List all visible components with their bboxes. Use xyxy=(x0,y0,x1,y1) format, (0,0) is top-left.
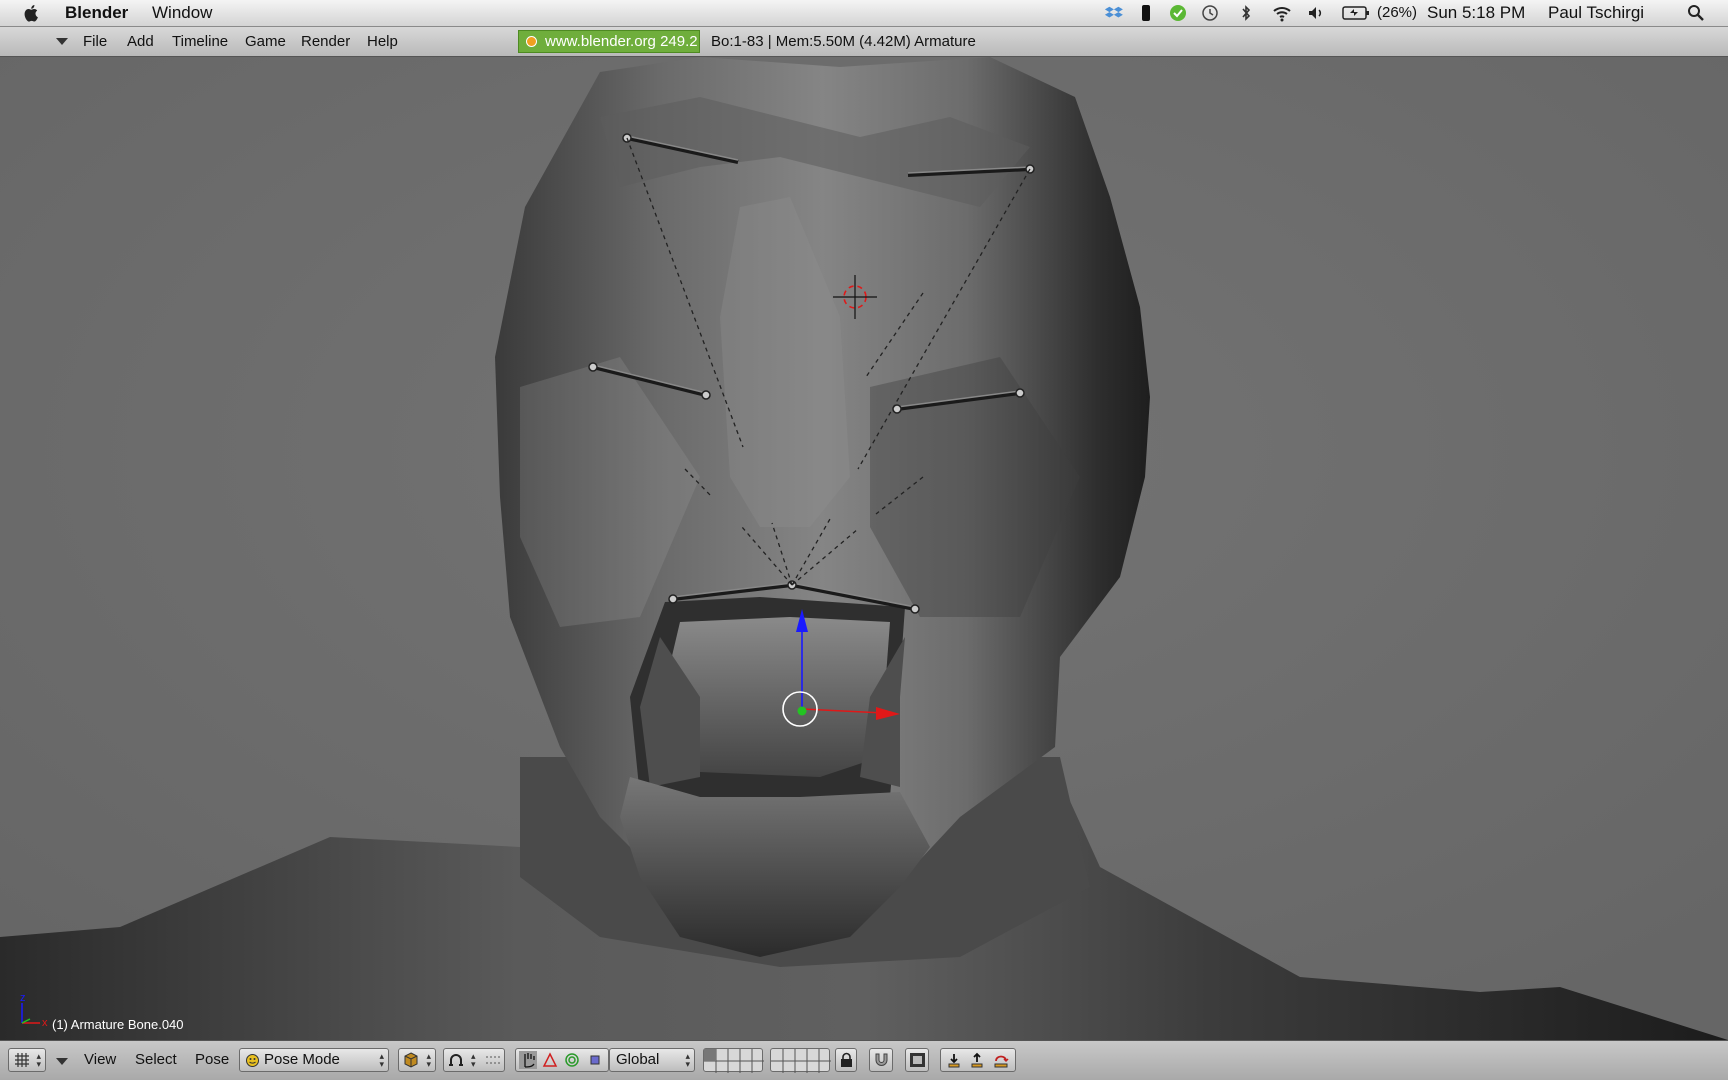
updown-icon: ▴ ▾ xyxy=(471,1051,476,1069)
footer-collapse-triangle-icon[interactable] xyxy=(56,1058,68,1065)
rotate-manipulator-icon[interactable] xyxy=(564,1052,580,1068)
grid-editor-icon xyxy=(15,1053,29,1067)
shaded-cube-icon xyxy=(404,1052,418,1068)
layer-grid-2[interactable] xyxy=(771,1049,831,1073)
dropbox-icon[interactable] xyxy=(1104,4,1124,22)
lock-icon xyxy=(841,1052,852,1067)
user-name[interactable]: Paul Tschirgi xyxy=(1548,3,1644,23)
orientation-select-value: Global xyxy=(616,1051,660,1068)
pose-mode-icon xyxy=(246,1054,259,1067)
render-menu[interactable]: Render xyxy=(301,34,350,50)
game-menu[interactable]: Game xyxy=(245,34,286,50)
updown-icon: ▴ ▾ xyxy=(426,1051,431,1069)
move-arrows-icon xyxy=(486,1056,500,1064)
mode-select[interactable]: Pose Mode ▴ ▾ xyxy=(239,1048,389,1072)
evernote-icon[interactable] xyxy=(1168,4,1188,22)
pose-menu[interactable]: Pose xyxy=(195,1052,229,1068)
copy-pose-icon[interactable] xyxy=(945,1052,963,1069)
snap-button[interactable] xyxy=(869,1048,893,1072)
layer-grid-1[interactable] xyxy=(704,1049,764,1073)
updown-icon: ▴ ▾ xyxy=(36,1051,41,1069)
pivot-icon xyxy=(449,1054,463,1066)
blender-logo-icon xyxy=(526,36,537,47)
spotlight-search-icon[interactable] xyxy=(1686,4,1706,22)
updown-icon: ▴ ▾ xyxy=(379,1051,384,1069)
clock[interactable]: Sun 5:18 PM xyxy=(1427,3,1525,23)
help-menu[interactable]: Help xyxy=(367,34,398,50)
lock-layers-button[interactable] xyxy=(835,1048,857,1072)
window-menu[interactable]: Window xyxy=(152,3,212,23)
3d-viewport[interactable]: z x (1) Armature Bone.040 xyxy=(0,57,1728,1040)
battery-percent: (26%) xyxy=(1377,4,1418,21)
wifi-icon[interactable] xyxy=(1272,4,1292,22)
timeline-menu[interactable]: Timeline xyxy=(172,34,228,50)
orientation-select[interactable]: Global ▴ ▾ xyxy=(609,1048,695,1072)
opengl-render-button[interactable] xyxy=(905,1048,929,1072)
axis-x-label: x xyxy=(42,1017,48,1029)
pivot-point xyxy=(797,706,807,716)
view-menu[interactable]: View xyxy=(84,1052,116,1068)
mode-select-value: Pose Mode xyxy=(264,1051,340,1068)
viewport-scene: z x xyxy=(0,57,1728,1040)
version-badge-text: www.blender.org 249.2 xyxy=(545,33,698,50)
phone-icon[interactable] xyxy=(1136,4,1156,22)
scale-manipulator-icon[interactable] xyxy=(588,1053,602,1067)
pivot-snap-group[interactable]: ▴ ▾ xyxy=(443,1048,505,1072)
manipulator-toggles[interactable] xyxy=(515,1048,609,1072)
paste-flipped-pose-icon[interactable] xyxy=(991,1052,1011,1069)
paste-pose-icon[interactable] xyxy=(968,1052,986,1069)
draw-type-select[interactable]: ▴ ▾ xyxy=(398,1048,436,1072)
version-badge[interactable]: www.blender.org 249.2 xyxy=(518,30,700,53)
scene-stats: Bo:1-83 | Mem:5.50M (4.42M) Armature xyxy=(711,33,976,50)
select-menu[interactable]: Select xyxy=(135,1052,177,1068)
selection-info: (1) Armature Bone.040 xyxy=(52,1017,184,1032)
mac-menu-bar: Blender Window (26%) Sun 5:18 PM Paul Ts… xyxy=(0,0,1728,27)
battery-icon[interactable] xyxy=(1342,4,1370,22)
render-image-icon xyxy=(910,1053,925,1067)
axis-z-label: z xyxy=(20,992,26,1004)
blender-info-header: File Add Timeline Game Render Help www.b… xyxy=(0,27,1728,57)
viewport-header: ▴ ▾ View Select Pose Pose Mode ▴ ▾ ▴ ▾ ▴ ▾ xyxy=(0,1040,1728,1080)
header-collapse-triangle-icon[interactable] xyxy=(56,38,68,45)
add-menu[interactable]: Add xyxy=(127,34,154,50)
hand-manipulator-icon[interactable] xyxy=(519,1051,537,1069)
file-menu[interactable]: File xyxy=(83,34,107,50)
app-name-menu[interactable]: Blender xyxy=(65,3,128,23)
updown-icon: ▴ ▾ xyxy=(685,1051,690,1069)
copy-paste-pose-group[interactable] xyxy=(940,1048,1016,1072)
volume-icon[interactable] xyxy=(1306,4,1326,22)
bluetooth-icon[interactable] xyxy=(1236,4,1256,22)
editor-type-select[interactable]: ▴ ▾ xyxy=(8,1048,46,1072)
layer-buttons-1[interactable] xyxy=(703,1048,764,1073)
time-machine-icon[interactable] xyxy=(1200,4,1220,22)
layer-buttons-2[interactable] xyxy=(770,1048,831,1073)
apple-icon[interactable] xyxy=(22,3,42,23)
magnet-icon xyxy=(875,1053,888,1066)
translate-manipulator-icon[interactable] xyxy=(542,1052,558,1068)
